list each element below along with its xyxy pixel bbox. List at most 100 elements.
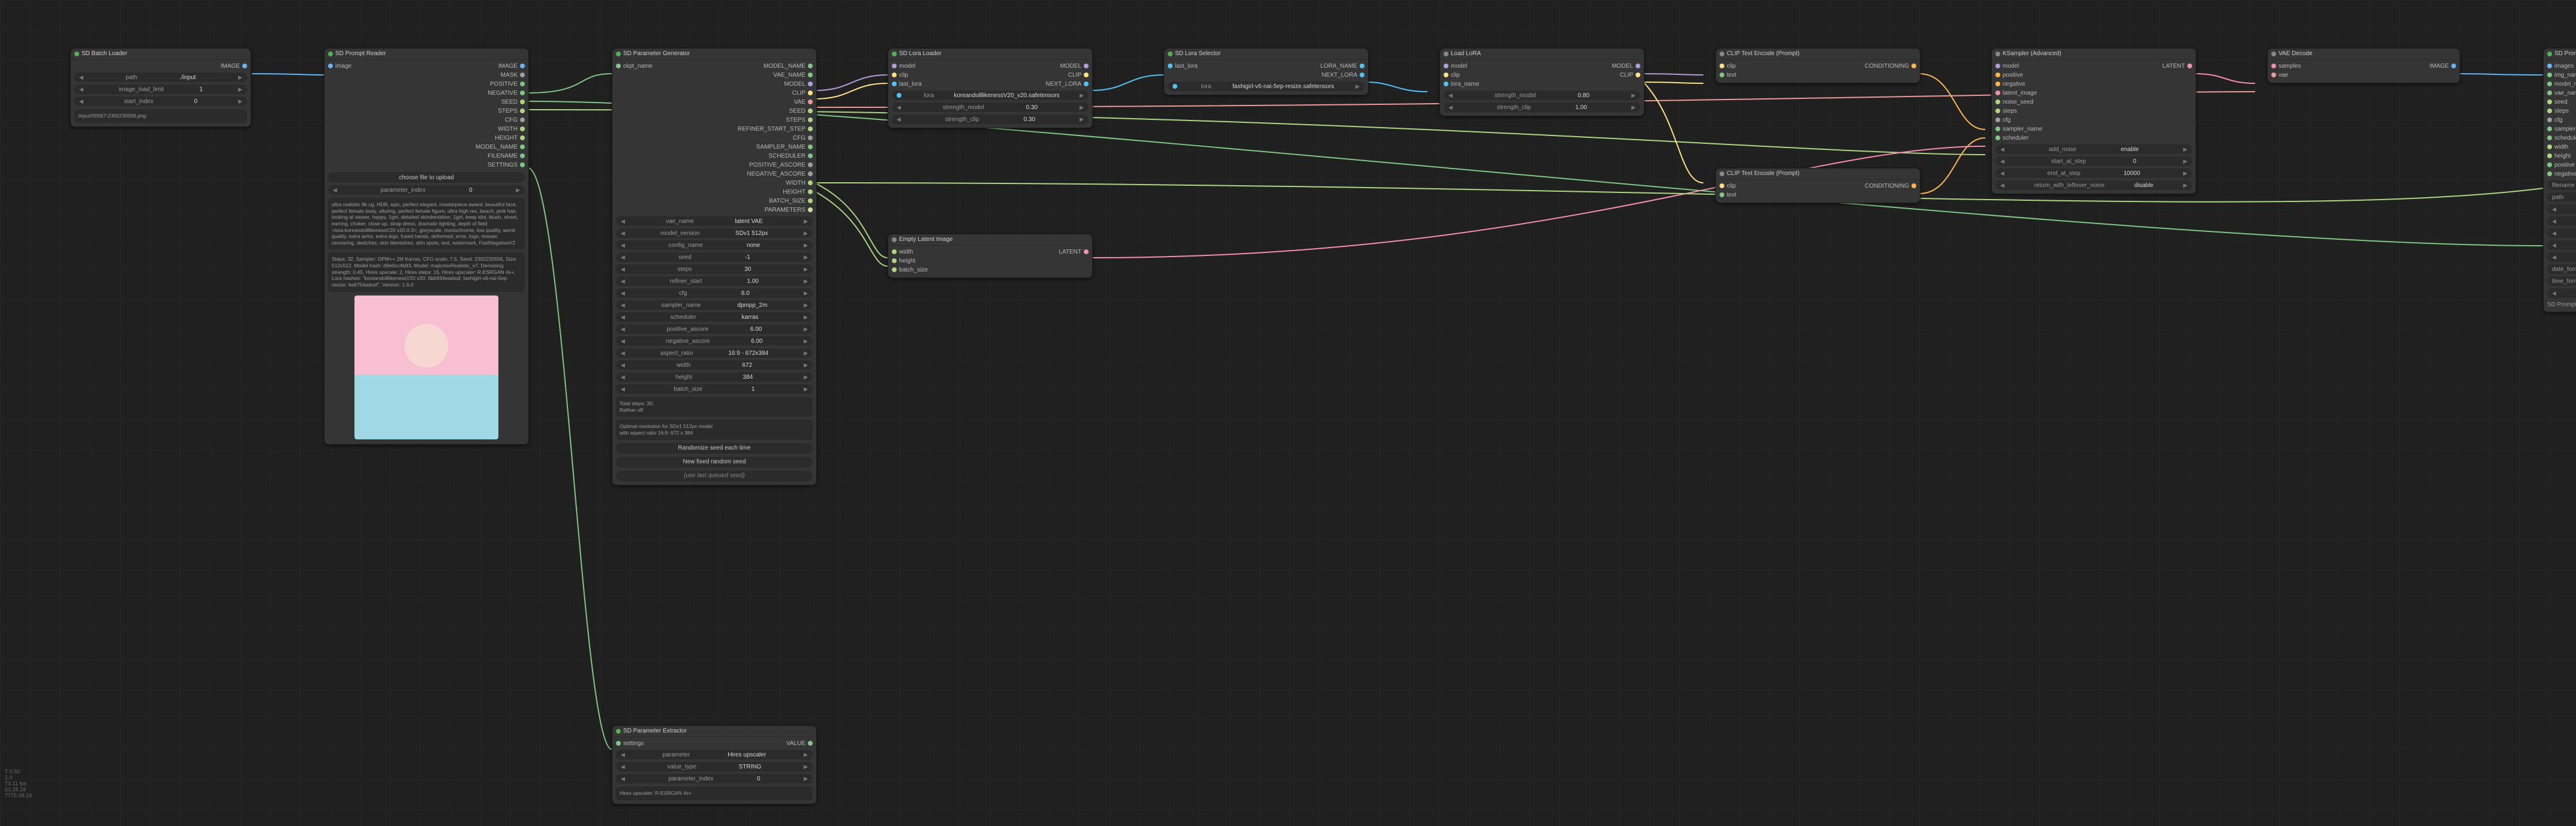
w-leftover-noise[interactable]: ◀return_with_leftover_noisedisable▶ (1995, 180, 2192, 190)
out-clip[interactable]: CLIP (792, 89, 813, 97)
node-title[interactable]: SD Prompt Reader (324, 49, 528, 60)
out-value[interactable]: VALUE (786, 739, 813, 747)
node-sd-parameter-extractor[interactable]: SD Parameter Extractor settings VALUE ◀p… (612, 725, 817, 804)
in-seed[interactable]: noise_seed (1995, 98, 2042, 106)
out-vae[interactable]: VAE (794, 98, 813, 106)
in-model[interactable]: model (892, 62, 922, 70)
w-extension[interactable]: ◀extensionpng▶ (2547, 204, 2576, 214)
input-image[interactable]: image (328, 62, 351, 70)
in-seed[interactable]: seed (2547, 98, 2576, 106)
w-add-noise[interactable]: ◀add_noiseenable▶ (1995, 144, 2192, 154)
in-positive[interactable]: positive (1995, 71, 2042, 79)
output-model-name[interactable]: MODEL_NAME (476, 143, 525, 151)
in-cfg[interactable]: cfg (1995, 116, 2042, 124)
w-strength-model[interactable]: ◀strength_model0.30▶ (892, 103, 1089, 112)
out-vae-name[interactable]: VAE_NAME (773, 71, 813, 79)
out-clip[interactable]: CLIP (1620, 71, 1640, 79)
in-samples[interactable]: samples (2271, 62, 2301, 70)
node-title[interactable]: VAE Decode (2268, 49, 2460, 60)
in-text[interactable]: text (1720, 191, 1736, 199)
w-model-version[interactable]: ◀model_versionSDv1 512px▶ (616, 228, 813, 238)
w-height[interactable]: ◀height384▶ (616, 372, 813, 382)
out-clip[interactable]: CLIP (1068, 71, 1089, 79)
w-lora-file[interactable]: lorafashigirl-v6-nai-5ep-resize.safetens… (1168, 82, 1364, 91)
out-image[interactable]: IMAGE (2430, 62, 2456, 70)
btn-randomize-seed[interactable]: Randomize seed each time (616, 443, 813, 454)
in-clip[interactable]: clip (892, 71, 922, 79)
in-width[interactable]: width (2547, 143, 2576, 151)
out-latent[interactable]: LATENT (2162, 62, 2192, 70)
node-title[interactable]: KSampler (Advanced) (1992, 49, 2196, 60)
in-negative[interactable]: negative (1995, 80, 2042, 88)
node-sd-prompt-saver[interactable]: SD Prompt Saver images img_name model_na… (2543, 48, 2576, 312)
in-height[interactable]: height (892, 257, 928, 265)
output-cfg[interactable]: CFG (505, 116, 525, 124)
node-sd-lora-loader[interactable]: SD Lora Loader model clip last_lora MODE… (888, 48, 1093, 128)
in-latent[interactable]: latent_image (1995, 89, 2042, 97)
node-sd-prompt-reader[interactable]: SD Prompt Reader image IMAGE MASK POSITI… (324, 48, 529, 445)
node-empty-latent-image[interactable]: Empty Latent Image width height batch_si… (888, 234, 1093, 278)
node-title[interactable]: SD Parameter Generator (612, 49, 816, 60)
in-sampler[interactable]: sampler_name (1995, 125, 2042, 133)
w-date-fmt[interactable]: date_format%Y-%m-%d (2547, 264, 2576, 274)
w-lora-file[interactable]: lorakoreandolllikenessV20_v20.safetensor… (892, 91, 1089, 100)
w-time-fmt[interactable]: time_format%H%M%S (2547, 276, 2576, 286)
w-param-index[interactable]: ◀parameter_index0▶ (616, 774, 813, 783)
in-batch-size[interactable]: batch_size (892, 266, 928, 274)
in-scheduler[interactable]: scheduler (1995, 134, 2042, 142)
w-sampler-name[interactable]: ◀sampler_namedpmpp_2m▶ (616, 300, 813, 310)
output-steps[interactable]: STEPS (498, 107, 525, 115)
in-lora-name[interactable]: lora_name (1444, 80, 1479, 88)
in-clip[interactable]: clip (1720, 62, 1736, 70)
w-config-name[interactable]: ◀config_namenone▶ (616, 240, 813, 250)
out-conditioning[interactable]: CONDITIONING (1865, 62, 1916, 70)
w-res-hash[interactable]: ◀resource_hashtrue▶ (2547, 228, 2576, 238)
w-path[interactable]: path%date/ (2547, 192, 2576, 202)
in-steps[interactable]: steps (2547, 107, 2576, 115)
output-filename[interactable]: FILENAME (488, 152, 525, 160)
in-steps[interactable]: steps (1995, 107, 2042, 115)
output-height[interactable]: HEIGHT (495, 134, 525, 142)
out-refiner-start[interactable]: REFINER_START_STEP (738, 125, 813, 133)
out-model[interactable]: MODEL (1060, 62, 1089, 70)
w-pos-ascore[interactable]: ◀positive_ascore6.00▶ (616, 324, 813, 334)
output-positive[interactable]: POSITIVE (490, 80, 525, 88)
out-lora-name[interactable]: LORA_NAME (1320, 62, 1364, 70)
w-parameter[interactable]: ◀parameterHires upscaler▶ (616, 750, 813, 759)
in-model-name[interactable]: model_name (2547, 80, 2576, 88)
w-aspect-ratio[interactable]: ◀aspect_ratio16:9 - 672x384▶ (616, 348, 813, 358)
node-title[interactable]: SD Batch Loader (71, 49, 251, 60)
output-width[interactable]: WIDTH (498, 125, 525, 133)
btn-new-fixed-seed[interactable]: New fixed random seed (616, 457, 813, 468)
w-calc-hash[interactable]: ◀calculate_hashtrue▶ (2547, 216, 2576, 226)
w-strength-clip[interactable]: ◀strength_clip0.30▶ (892, 114, 1089, 124)
in-vae[interactable]: vae (2271, 71, 2301, 79)
out-steps[interactable]: STEPS (786, 116, 813, 124)
w-strength-clip[interactable]: ◀strength_clip1.00▶ (1444, 103, 1640, 112)
w-lossless[interactable]: ◀lossless_webptrue▶ (2547, 240, 2576, 250)
node-title[interactable]: Empty Latent Image (888, 234, 1092, 246)
in-last-lora[interactable]: last_lora (1168, 62, 1198, 70)
out-seed[interactable]: SEED (789, 107, 813, 115)
widget-start-index[interactable]: ◀start_index0▶ (74, 97, 247, 106)
w-scheduler[interactable]: ◀schedulerkarras▶ (616, 312, 813, 322)
w-start-step[interactable]: ◀start_at_step0▶ (1995, 156, 2192, 166)
out-model[interactable]: MODEL (784, 80, 813, 88)
btn-last-queued-seed[interactable]: (use last queued seed) (616, 471, 813, 481)
out-neg-ascore[interactable]: NEGATIVE_ASCORE (747, 170, 813, 178)
in-clip[interactable]: clip (1720, 182, 1736, 190)
out-sampler[interactable]: SAMPLER_NAME (756, 143, 813, 151)
out-scheduler[interactable]: SCHEDULER (768, 152, 813, 160)
output-settings[interactable]: SETTINGS (488, 161, 525, 169)
choose-file-button[interactable]: choose file to upload (328, 172, 525, 183)
node-sd-batch-loader[interactable]: SD Batch Loader IMAGE ◀path./input▶ ◀ima… (70, 48, 251, 127)
out-next-lora[interactable]: NEXT_LORA (1322, 71, 1364, 79)
in-positive[interactable]: positive (2547, 161, 2576, 169)
out-cfg[interactable]: CFG (793, 134, 813, 142)
in-width[interactable]: width (892, 248, 928, 256)
node-ksampler-advanced[interactable]: KSampler (Advanced) model positive negat… (1991, 48, 2196, 194)
out-latent[interactable]: LATENT (1059, 248, 1089, 256)
node-sd-lora-selector[interactable]: SD Lora Selector last_lora LORA_NAME NEX… (1164, 48, 1369, 95)
node-title[interactable]: CLIP Text Encode (Prompt) (1716, 168, 1920, 180)
in-model[interactable]: model (1444, 62, 1479, 70)
